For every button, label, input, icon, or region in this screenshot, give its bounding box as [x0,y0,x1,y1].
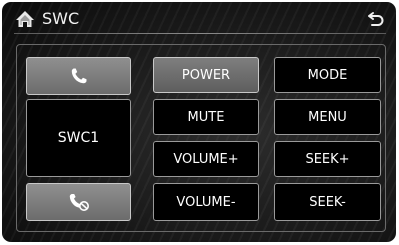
mute-button[interactable]: MUTE [153,99,259,135]
seek-up-button[interactable]: SEEK+ [274,141,381,177]
volume-up-button[interactable]: VOLUME+ [153,141,259,177]
header-bar: SWC [2,2,396,40]
swc1-button[interactable]: SWC1 [26,99,131,177]
mode-button[interactable]: MODE [274,57,381,93]
page-title: SWC [42,9,80,28]
header-divider [14,33,386,34]
seek-down-button[interactable]: SEEK- [274,183,381,221]
hangup-button[interactable] [26,183,131,221]
phone-icon [71,68,86,84]
home-icon[interactable] [15,9,35,29]
call-button[interactable] [26,57,131,95]
swc-screen: SWC SWC1 POWER MODE MUTE MENU VOLUME+ SE… [2,2,396,242]
menu-button[interactable]: MENU [274,99,381,135]
swc1-label: SWC1 [57,130,100,146]
back-arrow-icon[interactable] [367,11,385,27]
power-button[interactable]: POWER [153,57,259,93]
phone-hangup-icon [69,194,89,211]
volume-down-button[interactable]: VOLUME- [153,183,259,221]
